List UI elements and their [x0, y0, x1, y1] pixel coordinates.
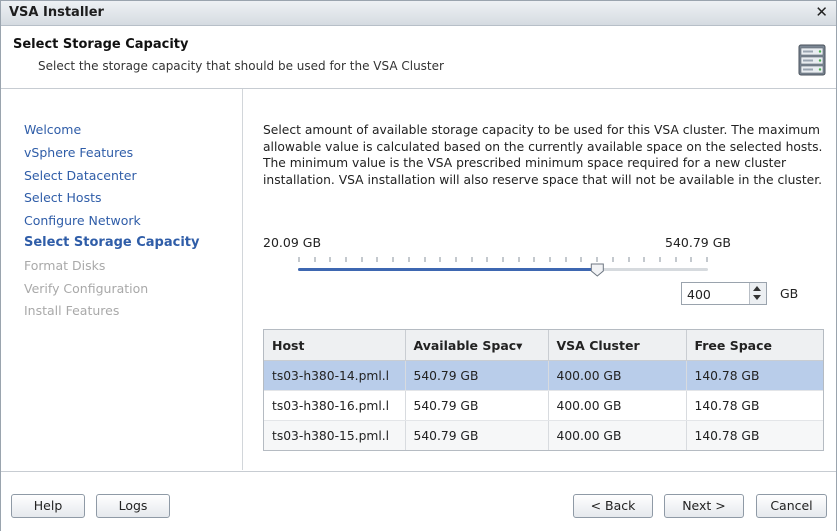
capacity-spinner[interactable]: 400: [681, 282, 767, 305]
column-free-space[interactable]: Free Space: [686, 330, 823, 361]
table-row[interactable]: ts03-h380-14.pml.l 540.79 GB 400.00 GB 1…: [264, 360, 823, 391]
cell-vsa-cluster: 400.00 GB: [548, 420, 687, 450]
capacity-slider[interactable]: [298, 254, 708, 278]
cancel-button[interactable]: Cancel: [756, 494, 827, 518]
slider-max-label: 540.79 GB: [665, 235, 731, 250]
back-button[interactable]: < Back: [573, 494, 653, 518]
table-row[interactable]: ts03-h380-15.pml.l 540.79 GB 400.00 GB 1…: [264, 420, 823, 450]
wizard-steps-sidebar: Welcome vSphere Features Select Datacent…: [1, 89, 243, 470]
step-select-storage-capacity: Select Storage Capacity: [24, 235, 200, 250]
step-select-hosts[interactable]: Select Hosts: [24, 190, 102, 205]
cell-free: 140.78 GB: [686, 420, 823, 450]
content-panel: Select amount of available storage capac…: [243, 89, 836, 470]
hosts-table: Host Available Spac▾ VSA Cluster Free Sp…: [263, 329, 824, 451]
column-vsa-cluster[interactable]: VSA Cluster: [548, 330, 687, 361]
installer-window: VSA Installer ✕ Select Storage Capacity …: [0, 0, 837, 531]
cell-vsa-cluster: 400.00 GB: [548, 390, 687, 421]
help-button[interactable]: Help: [11, 494, 85, 518]
table-header-row: Host Available Spac▾ VSA Cluster Free Sp…: [264, 330, 823, 361]
step-vsphere-features[interactable]: vSphere Features: [24, 145, 133, 160]
wizard-footer: Help Logs < Back Next > Cancel: [1, 471, 836, 531]
logs-button[interactable]: Logs: [96, 494, 170, 518]
cell-vsa-cluster: 400.00 GB: [548, 360, 687, 391]
wizard-header: Select Storage Capacity Select the stora…: [1, 26, 836, 89]
page-subtitle: Select the storage capacity that should …: [38, 59, 444, 73]
cell-available: 540.79 GB: [405, 360, 549, 391]
close-icon[interactable]: ✕: [815, 3, 828, 21]
storage-server-icon: [798, 44, 826, 76]
cell-host: ts03-h380-16.pml.l: [264, 390, 406, 421]
column-available-space[interactable]: Available Spac▾: [405, 330, 549, 361]
step-welcome[interactable]: Welcome: [24, 122, 81, 137]
cell-host: ts03-h380-15.pml.l: [264, 420, 406, 450]
cell-free: 140.78 GB: [686, 360, 823, 391]
spinner-down-icon[interactable]: [753, 295, 761, 300]
cell-available: 540.79 GB: [405, 420, 549, 450]
cell-free: 140.78 GB: [686, 390, 823, 421]
cell-host: ts03-h380-14.pml.l: [264, 360, 406, 391]
step-install-features: Install Features: [24, 303, 120, 318]
window-title: VSA Installer: [9, 5, 104, 20]
capacity-unit: GB: [780, 286, 799, 301]
page-title: Select Storage Capacity: [13, 37, 189, 52]
capacity-description: Select amount of available storage capac…: [263, 123, 823, 187]
spinner-buttons[interactable]: [749, 283, 766, 304]
slider-ticks: [298, 257, 708, 262]
cell-available: 540.79 GB: [405, 390, 549, 421]
next-button[interactable]: Next >: [664, 494, 744, 518]
title-bar[interactable]: VSA Installer ✕: [1, 1, 836, 26]
capacity-value[interactable]: 400: [687, 287, 711, 302]
step-format-disks: Format Disks: [24, 258, 106, 273]
slider-thumb[interactable]: [590, 263, 604, 277]
slider-min-label: 20.09 GB: [263, 235, 322, 250]
step-configure-network[interactable]: Configure Network: [24, 213, 141, 228]
slider-fill: [298, 268, 598, 271]
step-verify-configuration: Verify Configuration: [24, 281, 149, 296]
table-row[interactable]: ts03-h380-16.pml.l 540.79 GB 400.00 GB 1…: [264, 390, 823, 421]
step-select-datacenter[interactable]: Select Datacenter: [24, 168, 137, 183]
column-host[interactable]: Host: [264, 330, 406, 361]
spinner-up-icon[interactable]: [753, 286, 761, 291]
